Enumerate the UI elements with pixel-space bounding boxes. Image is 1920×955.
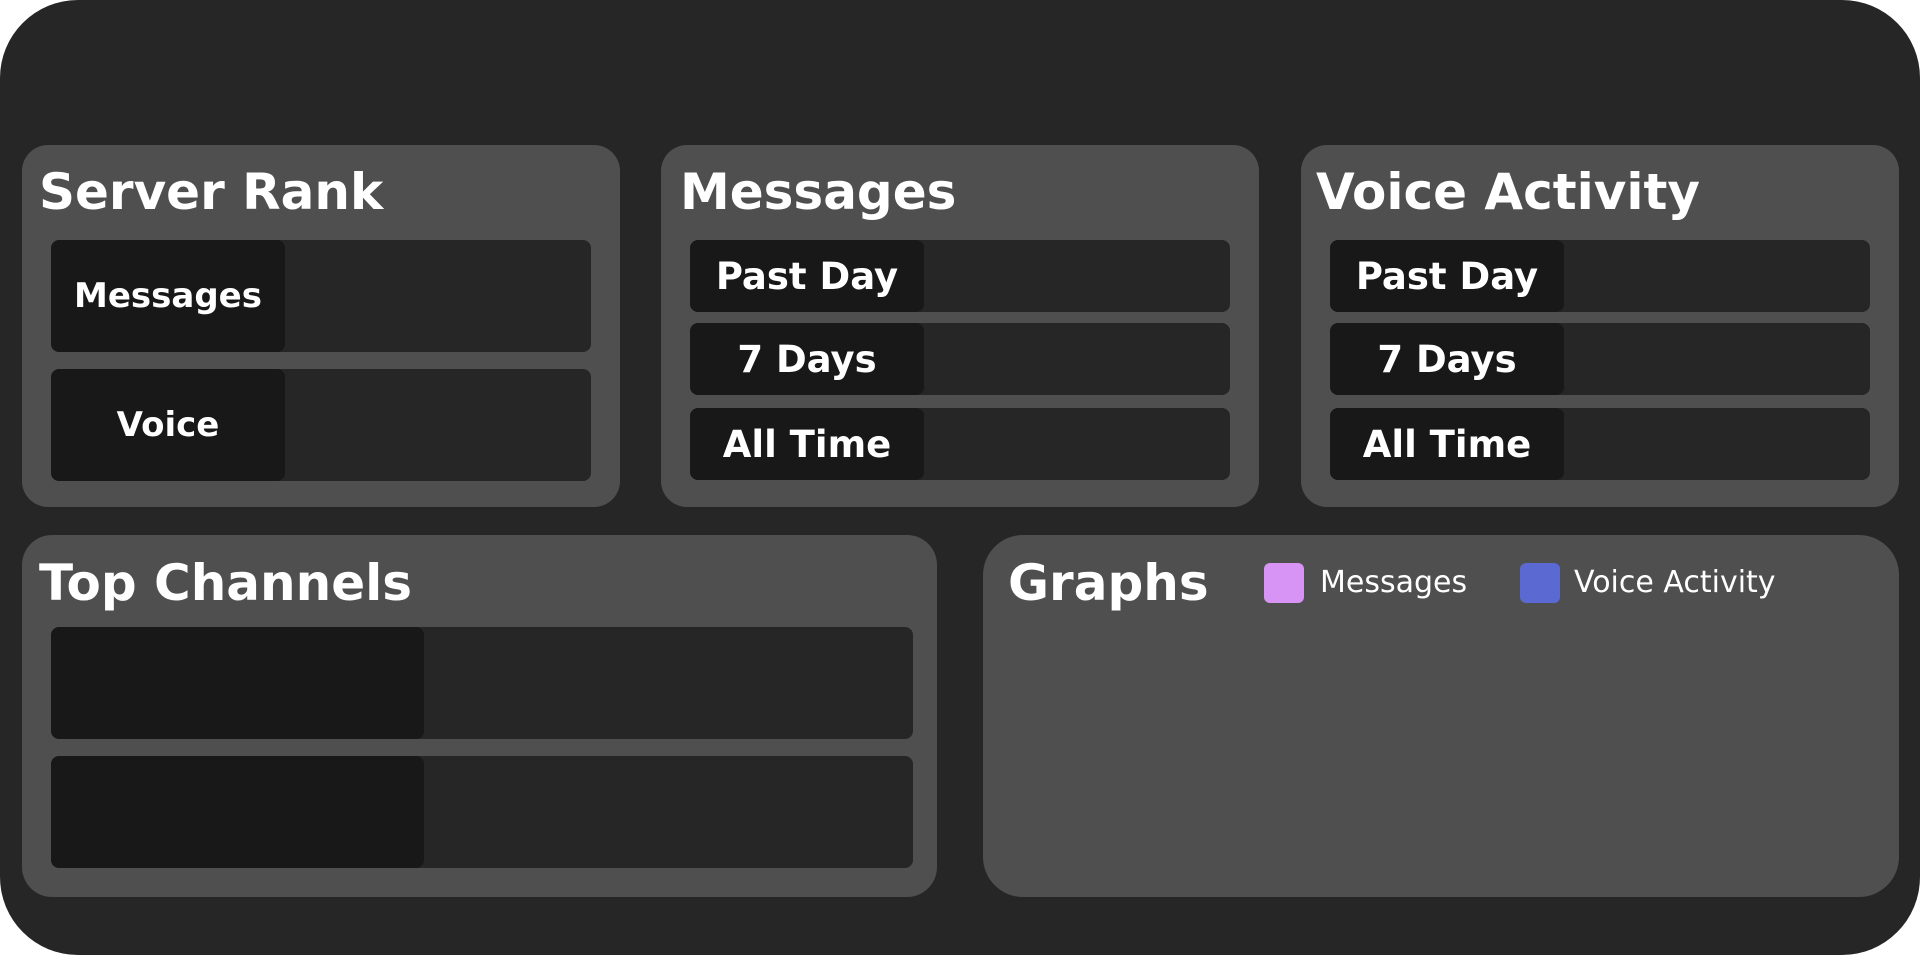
voice-all-time-row: All Time (1330, 408, 1870, 480)
top-channels-panel: Top Channels (22, 535, 937, 897)
voice-all-time-label: All Time (1330, 408, 1564, 480)
messages-title: Messages (680, 163, 957, 221)
top-channels-title: Top Channels (39, 554, 413, 612)
legend-messages-label: Messages (1320, 565, 1468, 600)
messages-7-days-label: 7 Days (690, 323, 924, 395)
messages-past-day-row: Past Day (690, 240, 1230, 312)
voice-activity-panel: Voice Activity Past Day 7 Days All Time (1301, 145, 1899, 507)
top-channel-name (51, 627, 424, 739)
messages-panel: Messages Past Day 7 Days All Time (661, 145, 1259, 507)
graphs-title: Graphs (1008, 554, 1209, 612)
top-channel-row (51, 756, 913, 868)
voice-activity-title: Voice Activity (1316, 163, 1701, 221)
graphs-panel: Graphs Messages Voice Activity (983, 535, 1899, 897)
voice-past-day-label: Past Day (1330, 240, 1564, 312)
server-rank-title: Server Rank (39, 163, 384, 221)
legend-voice-activity-swatch (1520, 563, 1560, 603)
top-channel-row (51, 627, 913, 739)
messages-past-day-label: Past Day (690, 240, 924, 312)
legend-messages-swatch (1264, 563, 1304, 603)
messages-all-time-row: All Time (690, 408, 1230, 480)
top-channel-name (51, 756, 424, 868)
server-rank-panel: Server Rank Messages Voice (22, 145, 620, 507)
server-rank-voice-label: Voice (51, 369, 285, 481)
graph-area (1008, 625, 1874, 875)
stats-card: Server Rank Messages Voice Messages Past… (0, 0, 1920, 955)
legend-voice-activity-label: Voice Activity (1574, 565, 1776, 600)
voice-7-days-row: 7 Days (1330, 323, 1870, 395)
voice-past-day-row: Past Day (1330, 240, 1870, 312)
server-rank-messages-label: Messages (51, 240, 285, 352)
voice-7-days-label: 7 Days (1330, 323, 1564, 395)
messages-7-days-row: 7 Days (690, 323, 1230, 395)
messages-all-time-label: All Time (690, 408, 924, 480)
server-rank-messages-row: Messages (51, 240, 591, 352)
server-rank-voice-row: Voice (51, 369, 591, 481)
